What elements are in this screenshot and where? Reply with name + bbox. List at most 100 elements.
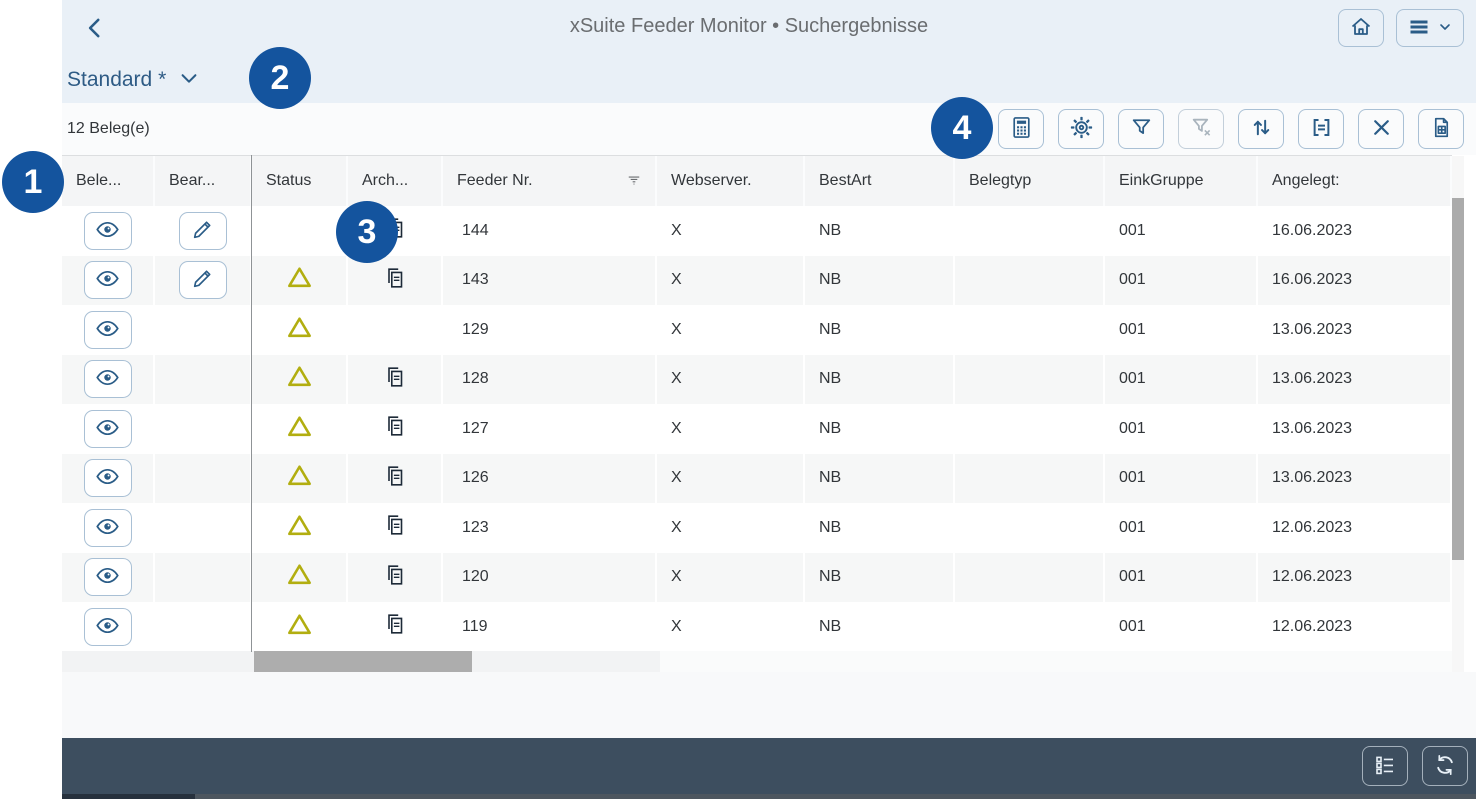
eye-icon — [95, 316, 120, 344]
chevron-down-icon — [1437, 19, 1453, 38]
back-button[interactable] — [78, 12, 112, 46]
belegtyp-cell — [955, 602, 1105, 652]
column-header-belegtyp[interactable]: Belegtyp — [955, 156, 1105, 206]
bottom-edge-strip — [62, 794, 1476, 799]
pencil-icon — [190, 217, 215, 245]
einkgruppe-cell: 001 — [1105, 355, 1258, 405]
copy-document-icon[interactable] — [383, 563, 407, 592]
edit-button[interactable] — [179, 212, 227, 250]
copy-document-icon[interactable] — [383, 513, 407, 542]
column-header-bestart[interactable]: BestArt — [805, 156, 955, 206]
webserver-cell: X — [657, 206, 805, 256]
status-cell — [252, 553, 348, 603]
table-row: 120 X NB 001 12.06.2023 — [62, 553, 1452, 603]
view-button[interactable] — [84, 311, 132, 349]
vertical-scrollbar-thumb[interactable] — [1452, 198, 1464, 560]
horizontal-scrollbar-thumb[interactable] — [254, 651, 472, 672]
view-button[interactable] — [84, 558, 132, 596]
feeder-nr-cell: 128 — [443, 355, 657, 405]
copy-document-icon[interactable] — [383, 612, 407, 641]
filter-button[interactable] — [1118, 109, 1164, 149]
horizontal-scrollbar[interactable] — [62, 651, 1452, 672]
copy-document-icon[interactable] — [383, 365, 407, 394]
column-header-bearbeiten[interactable]: Bear... — [155, 156, 252, 206]
column-header-angelegt[interactable]: Angelegt: — [1258, 156, 1452, 206]
menu-button[interactable] — [1396, 9, 1464, 47]
archive-cell — [348, 305, 443, 355]
belegtyp-cell — [955, 553, 1105, 603]
table-footer-spacer — [62, 672, 1476, 738]
annotation-badge-1: 1 — [2, 151, 64, 213]
archive-cell — [348, 553, 443, 603]
bearbeiten-cell — [155, 404, 252, 454]
export-spreadsheet-button[interactable] — [1418, 109, 1464, 149]
feeder-nr-cell: 129 — [443, 305, 657, 355]
bestart-cell: NB — [805, 503, 955, 553]
angelegt-cell: 13.06.2023 — [1258, 404, 1452, 454]
calculator-icon — [1009, 115, 1034, 143]
archive-cell — [348, 503, 443, 553]
warning-triangle-icon — [286, 611, 313, 643]
archive-cell — [348, 355, 443, 405]
variant-selector[interactable]: Standard * — [67, 64, 200, 95]
page-title: xSuite Feeder Monitor • Suchergebnisse — [182, 15, 1316, 38]
bestart-cell: NB — [805, 602, 955, 652]
bearbeiten-cell — [155, 454, 252, 504]
vertical-scrollbar[interactable] — [1452, 156, 1464, 672]
edit-button[interactable] — [179, 261, 227, 299]
warning-triangle-icon — [286, 264, 313, 296]
close-button[interactable] — [1358, 109, 1404, 149]
view-button[interactable] — [84, 608, 132, 646]
column-header-beleg[interactable]: Bele... — [62, 156, 155, 206]
copy-document-icon[interactable] — [383, 266, 407, 295]
view-button[interactable] — [84, 459, 132, 497]
refresh-icon — [1433, 753, 1457, 780]
column-header-status[interactable]: Status — [252, 156, 348, 206]
view-button[interactable] — [84, 509, 132, 547]
calculator-button[interactable] — [998, 109, 1044, 149]
table-row: 143 X NB 001 16.06.2023 — [62, 256, 1452, 306]
angelegt-cell: 13.06.2023 — [1258, 305, 1452, 355]
refresh-button[interactable] — [1422, 746, 1468, 786]
list-details-button[interactable] — [1362, 746, 1408, 786]
clear-filter-icon — [1189, 115, 1214, 143]
bearbeiten-cell — [155, 553, 252, 603]
app-window: xSuite Feeder Monitor • Suchergebnisse S… — [0, 0, 1476, 799]
copy-document-icon[interactable] — [383, 464, 407, 493]
copy-document-icon[interactable] — [383, 414, 407, 443]
annotation-badge-4: 4 — [931, 97, 993, 159]
view-button[interactable] — [84, 212, 132, 250]
view-button[interactable] — [84, 360, 132, 398]
home-button[interactable] — [1338, 9, 1384, 47]
beleg-cell — [62, 256, 155, 306]
angelegt-cell: 13.06.2023 — [1258, 355, 1452, 405]
column-header-archiv[interactable]: Arch... — [348, 156, 443, 206]
column-header-einkgruppe[interactable]: EinkGruppe — [1105, 156, 1258, 206]
belegtyp-cell — [955, 503, 1105, 553]
einkgruppe-cell: 001 — [1105, 256, 1258, 306]
result-count: 12 Beleg(e) — [67, 103, 150, 155]
brackets-equal-button[interactable] — [1298, 109, 1344, 149]
beleg-cell — [62, 503, 155, 553]
bearbeiten-cell — [155, 602, 252, 652]
table-row: 126 X NB 001 13.06.2023 — [62, 454, 1452, 504]
angelegt-cell: 16.06.2023 — [1258, 206, 1452, 256]
frozen-column-divider — [251, 155, 252, 652]
clear-filter-button — [1178, 109, 1224, 149]
column-header-feeder-nr[interactable]: Feeder Nr. — [443, 156, 657, 206]
table-body: 144 X NB 001 16.06.2023 — [62, 206, 1452, 652]
eye-icon — [95, 365, 120, 393]
view-button[interactable] — [84, 410, 132, 448]
status-cell — [252, 305, 348, 355]
variant-label: Standard * — [67, 68, 166, 92]
pencil-icon — [190, 266, 215, 294]
status-cell — [252, 206, 348, 256]
view-button[interactable] — [84, 261, 132, 299]
settings-button[interactable] — [1058, 109, 1104, 149]
eye-icon — [95, 464, 120, 492]
belegtyp-cell — [955, 256, 1105, 306]
webserver-cell: X — [657, 454, 805, 504]
einkgruppe-cell: 001 — [1105, 602, 1258, 652]
sort-button[interactable] — [1238, 109, 1284, 149]
column-header-webserver[interactable]: Webserver. — [657, 156, 805, 206]
